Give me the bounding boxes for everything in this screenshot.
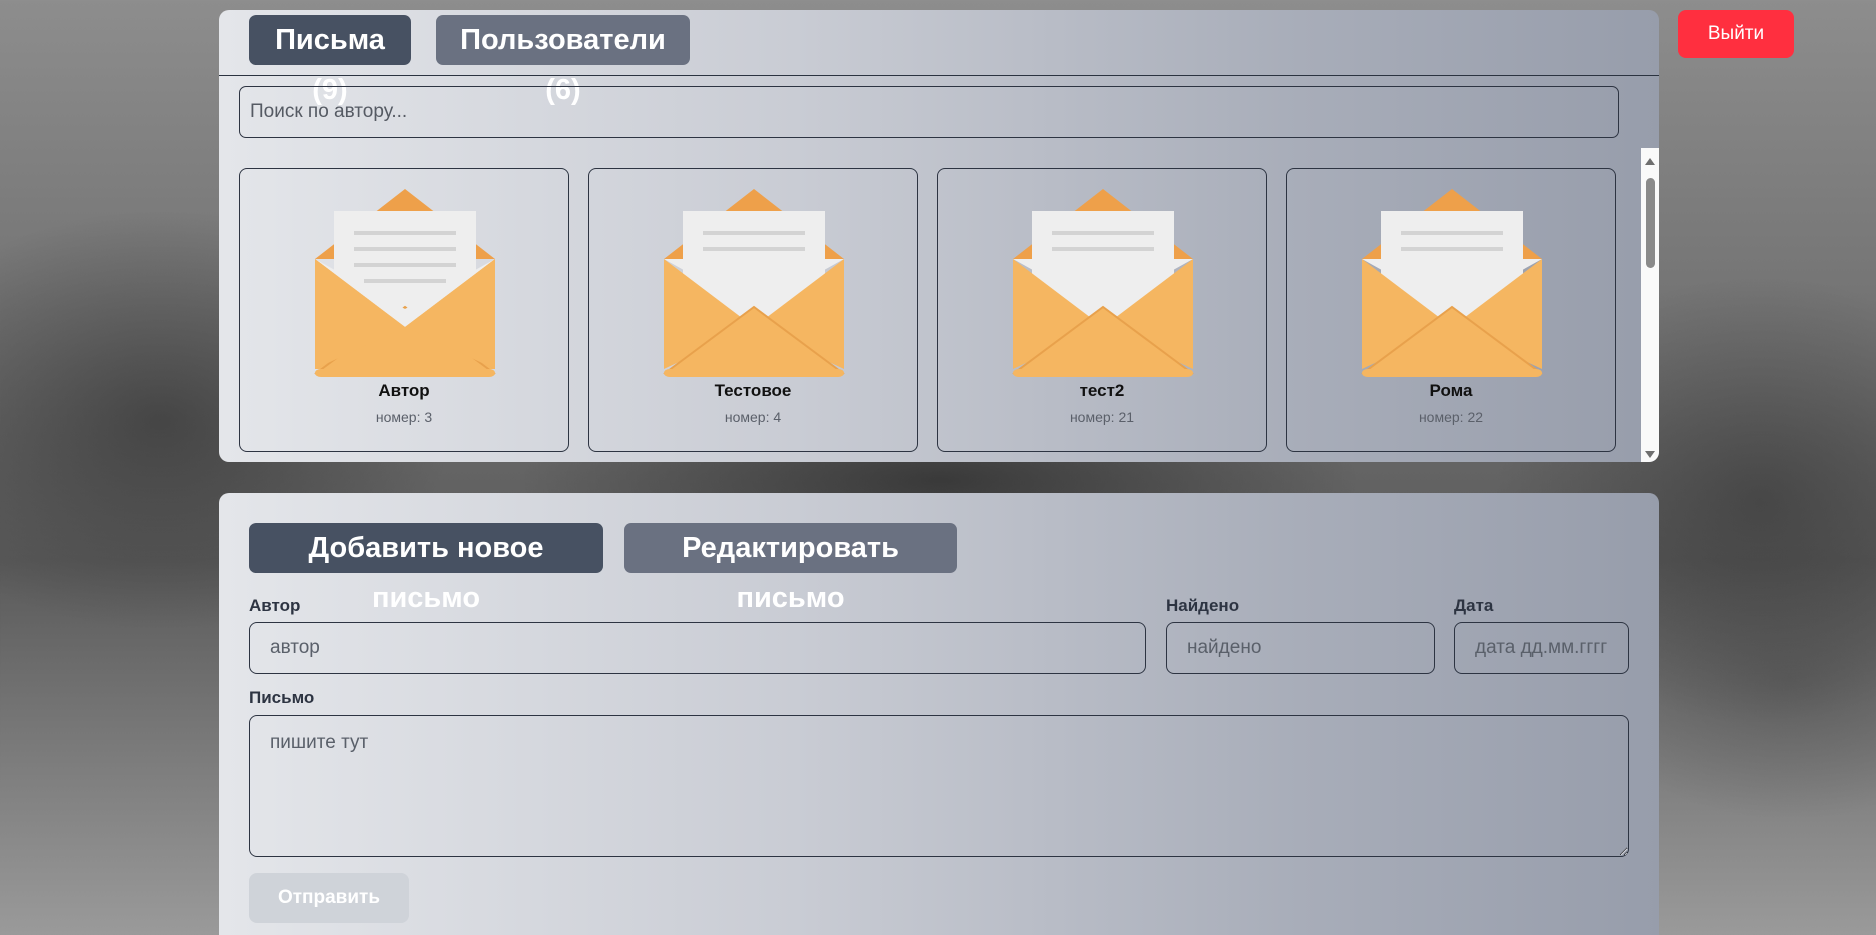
submit-button[interactable]: Отправить (249, 873, 409, 923)
tab-letters[interactable]: Письма (9) (249, 15, 411, 106)
date-field[interactable] (1454, 622, 1629, 674)
card-author: тест2 (1079, 381, 1125, 400)
author-label: Автор (249, 596, 301, 615)
date-label: Дата (1454, 596, 1494, 615)
tab-add-letter[interactable]: Добавить новое письмо (249, 523, 603, 614)
found-label: Найдено (1166, 596, 1240, 615)
envelope-letter-icon (663, 189, 845, 377)
logout-button[interactable]: Выйти (1678, 10, 1794, 58)
envelope-letter-icon (1361, 189, 1543, 377)
tabs-row: Письма (9) Пользователи (6) (219, 10, 1659, 106)
card-author: Автор (378, 381, 430, 400)
card-number: номер: 4 (724, 409, 782, 425)
letters-grid: Автор номер: 3 Тестовое номер: 4 тест2 н… (219, 148, 1659, 462)
card-number: номер: 21 (1069, 409, 1135, 425)
found-field[interactable] (1166, 622, 1435, 674)
envelope-letter-icon (314, 189, 496, 377)
scroll-down-arrow-icon[interactable] (1645, 451, 1655, 458)
letter-textarea[interactable] (249, 715, 1629, 857)
card-number: номер: 3 (375, 409, 433, 425)
author-field[interactable] (249, 622, 1146, 674)
card-number: номер: 22 (1418, 409, 1484, 425)
tab-edit-letter[interactable]: Редактировать письмо (624, 523, 957, 614)
card-author: Тестовое (714, 381, 792, 400)
letters-panel: Письма (9) Пользователи (6) Поиск по авт… (219, 10, 1659, 462)
letter-label: Письмо (249, 688, 315, 707)
scroll-thumb[interactable] (1646, 178, 1655, 268)
card-author: Рома (1429, 381, 1473, 400)
letter-card[interactable]: Рома номер: 22 (1286, 168, 1616, 452)
letter-form-panel: Добавить новое письмо Редактировать пись… (219, 493, 1659, 935)
tab-users[interactable]: Пользователи (6) (436, 15, 690, 106)
cards-scrollbar[interactable] (1641, 148, 1659, 462)
scroll-up-arrow-icon[interactable] (1645, 158, 1655, 165)
search-input[interactable] (239, 86, 1619, 138)
envelope-letter-icon (1012, 189, 1194, 377)
letter-card[interactable]: Автор номер: 3 (239, 168, 569, 452)
letter-card[interactable]: Тестовое номер: 4 (588, 168, 918, 452)
letter-card[interactable]: тест2 номер: 21 (937, 168, 1267, 452)
